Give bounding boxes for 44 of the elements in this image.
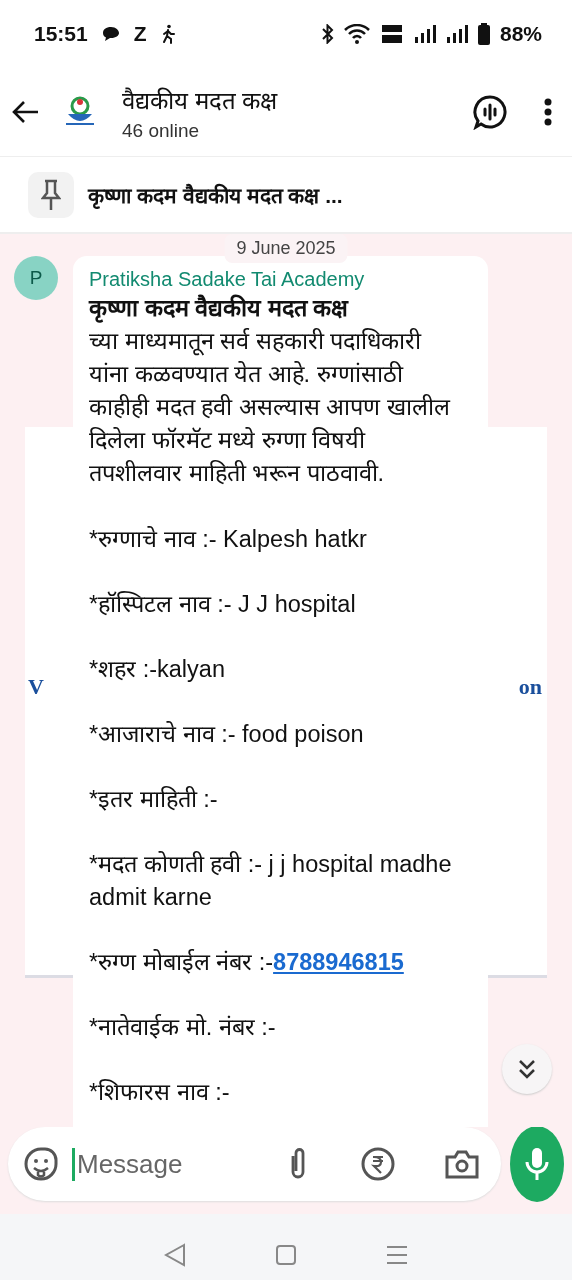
sender-name[interactable]: Pratiksha Sadake Tai Academy [89, 266, 462, 292]
camera-icon[interactable] [445, 1149, 479, 1179]
pin-icon[interactable] [28, 171, 74, 218]
home-nav-icon[interactable] [275, 1244, 297, 1266]
message-title: कृष्णा कदम वैद्यकीय मदत कक्ष [89, 293, 350, 325]
online-count: 46 online [122, 119, 201, 142]
signal-icon [445, 24, 468, 44]
message-text: *शहर :-kalyan [89, 655, 226, 684]
wifi-icon [343, 24, 370, 44]
clock-time: 15:51 [34, 22, 88, 46]
rupee-icon[interactable] [361, 1147, 395, 1181]
message-text: *हॉस्पिटल नाव :- J J hospital [89, 590, 357, 619]
message-text: *रुग्णाचे नाव :- Kalpesh hatkr [89, 525, 368, 554]
menu-nav-icon[interactable] [385, 1244, 408, 1266]
back-arrow-icon[interactable] [12, 100, 40, 124]
sticker-icon[interactable] [24, 1147, 58, 1181]
double-chevron-down-icon [516, 1058, 538, 1080]
chat-bubble-icon [101, 26, 120, 42]
chat-title[interactable]: वैद्यकीय मदत कक्ष [122, 82, 278, 116]
voice-chat-icon[interactable] [472, 94, 508, 130]
signal-icon [413, 24, 436, 44]
microphone-icon [525, 1146, 549, 1182]
avatar[interactable]: P [14, 256, 58, 300]
message-text: *शिफारस नाव :- [89, 1078, 231, 1107]
message-text: *नातेवाईक मो. नंबर :- [89, 1013, 277, 1042]
more-options-icon[interactable] [544, 98, 552, 126]
battery-icon [477, 23, 490, 45]
card-text-fragment: on [518, 674, 542, 700]
message-text: च्या माध्यमातून सर्व सहकारी पदाधिकारी यांना कळवण्यात येत आहे. रुग्णांसाठी काहीही मदत हवी असल्यास आपण खालील दिलेला फॉरमॅट मध्ये रुग्णा विषयी तपशीलवार माहिती भरून पाठवावी. [89, 327, 452, 488]
message-composer[interactable]: Message [8, 1127, 501, 1201]
scroll-down-button[interactable] [502, 1044, 552, 1094]
battery-percent: 88% [499, 22, 542, 46]
message-text: *आजाराचे नाव :- food poison [89, 720, 365, 749]
back-nav-icon[interactable] [164, 1243, 187, 1267]
walking-person-icon [160, 24, 175, 44]
message-text: *रुग्ण मोबाईल नंबर :- [89, 949, 274, 975]
message-field[interactable]: Message [72, 1147, 259, 1181]
phone-link[interactable]: 8788946815 [273, 949, 404, 975]
message-text: *इतर माहिती :- [89, 785, 219, 814]
message-text: *मदत कोणती हवी :- j j hospital madhe admit karne [89, 850, 453, 912]
pinned-message[interactable]: कृष्णा कदम वैद्यकीय मदत कक्ष ... [88, 180, 343, 209]
card-text-fragment: V [28, 674, 44, 700]
bluetooth-icon [321, 24, 334, 44]
notification-letter: Z [133, 22, 147, 46]
